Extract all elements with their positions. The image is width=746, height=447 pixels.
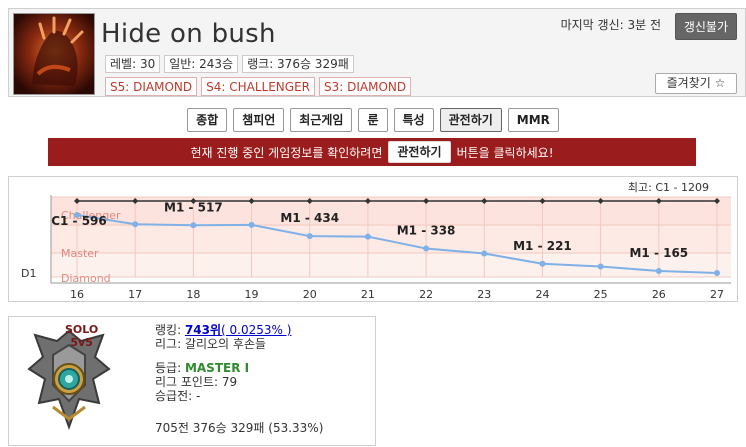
y-axis-label: D1 xyxy=(21,267,36,280)
tier-label: 등급: xyxy=(155,361,185,375)
league-name: 리그: 갈리오의 후손들 xyxy=(155,337,267,351)
ranking-row: 랭킹: 743위( 0.0253% ) xyxy=(155,323,323,337)
queue-label: SOLO 5v5 xyxy=(65,323,98,349)
normal-wins-badge: 일반: 243승 xyxy=(164,55,239,73)
chart-title: 최고: C1 - 1209 xyxy=(628,181,709,194)
tab-mmr[interactable]: MMR xyxy=(507,108,559,132)
spectate-button[interactable]: 관전하기 xyxy=(388,141,451,163)
season-badge: S3: DIAMOND xyxy=(319,77,412,96)
lp-history-chart: Challenger Master Diamond D1 최고: C1 - 1209 C1… xyxy=(8,176,738,302)
tab-spectate[interactable]: 관전하기 xyxy=(439,108,502,132)
x-tick-label: 26 xyxy=(652,288,666,301)
tier-band-label: Diamond xyxy=(61,272,111,285)
ranked-record-badge: 랭크: 376승 329패 xyxy=(242,55,354,73)
tab-runes[interactable]: 룬 xyxy=(358,108,388,132)
x-tick-label: 27 xyxy=(710,288,724,301)
x-tick-label: 17 xyxy=(128,288,142,301)
profile-icon xyxy=(13,13,95,95)
rank-info: 랭킹: 743위( 0.0253% ) 리그: 갈리오의 후손들 등급: MAS… xyxy=(155,323,323,435)
season-record: 705전 376승 329패 (53.33%) xyxy=(155,421,324,435)
nav-tabs: 종합 챔피언 최근게임 룬 특성 관전하기 MMR xyxy=(0,108,746,132)
x-tick-label: 22 xyxy=(419,288,433,301)
stat-row: 레벨: 30 일반: 243승 랭크: 376승 329패 xyxy=(105,55,354,73)
tab-overview[interactable]: 종합 xyxy=(187,108,228,132)
queue-label-line1: SOLO xyxy=(65,323,99,336)
data-label: C1 - 596 xyxy=(51,214,107,228)
data-point xyxy=(190,222,197,229)
tab-champions[interactable]: 챔피언 xyxy=(233,108,285,132)
x-tick-label: 25 xyxy=(594,288,608,301)
data-point xyxy=(306,233,313,240)
data-point xyxy=(481,250,488,257)
data-label: M1 - 434 xyxy=(280,211,339,225)
league-points: 리그 포인트: 79 xyxy=(155,375,238,389)
summoner-name: Hide on bush xyxy=(101,19,276,49)
season-badge: S4: CHALLENGER xyxy=(201,77,315,96)
banner-text-before: 현재 진행 중인 게임정보를 확인하려면 xyxy=(190,145,383,160)
data-label: M1 - 338 xyxy=(397,224,456,238)
data-label: M1 - 517 xyxy=(164,200,223,214)
data-point xyxy=(597,263,604,270)
x-tick-label: 18 xyxy=(186,288,200,301)
queue-label-line2: 5v5 xyxy=(70,336,93,349)
data-label: M1 - 221 xyxy=(513,239,572,253)
ranking-link[interactable]: 743위 xyxy=(185,323,221,337)
profile-header: Hide on bush 레벨: 30 일반: 243승 랭크: 376승 32… xyxy=(8,8,746,97)
x-tick-label: 19 xyxy=(245,288,259,301)
tier-value: MASTER I xyxy=(184,361,250,375)
tab-masteries[interactable]: 특성 xyxy=(393,108,434,132)
x-tick-label: 21 xyxy=(361,288,375,301)
data-label: M1 - 165 xyxy=(629,246,688,260)
x-tick-label: 16 xyxy=(70,288,84,301)
level-badge: 레벨: 30 xyxy=(105,55,161,73)
rank-panel: SOLO 5v5 랭킹: 743위( 0.0253% ) 리그: 갈리오의 후손… xyxy=(8,316,376,446)
data-point xyxy=(364,233,371,240)
x-tick-label: 23 xyxy=(477,288,491,301)
last-update-label: 마지막 갱신: 3분 전 xyxy=(560,18,661,32)
data-point xyxy=(248,221,255,228)
update-button[interactable]: 갱신불가 xyxy=(674,13,737,40)
season-history: S5: DIAMOND S4: CHALLENGER S3: DIAMOND xyxy=(105,77,412,96)
data-point xyxy=(132,221,139,228)
banner-text-after: 버튼을 클릭하세요! xyxy=(456,145,554,160)
spectate-banner: 현재 진행 중인 게임정보를 확인하려면 관전하기 버튼을 클릭하세요! xyxy=(48,138,696,166)
tier-band-label: Master xyxy=(61,247,99,260)
x-tick-label: 24 xyxy=(535,288,549,301)
data-point xyxy=(655,268,662,275)
data-point xyxy=(714,270,720,276)
tab-recent-games[interactable]: 최근게임 xyxy=(290,108,353,132)
promotion-series: 승급전: - xyxy=(155,389,201,403)
tier-row: 등급: MASTER I xyxy=(155,361,323,375)
ranking-percent[interactable]: ( 0.0253% ) xyxy=(221,323,291,337)
favorite-button[interactable]: 즐겨찾기 ☆ xyxy=(655,73,737,94)
ranking-label: 랭킹: xyxy=(155,323,185,337)
season-badge: S5: DIAMOND xyxy=(105,77,198,96)
chart-svg: ChallengerMasterDiamondD1최고: C1 - 1209C1… xyxy=(21,181,731,301)
data-point xyxy=(539,260,546,267)
data-point xyxy=(423,245,430,252)
x-tick-label: 20 xyxy=(303,288,317,301)
